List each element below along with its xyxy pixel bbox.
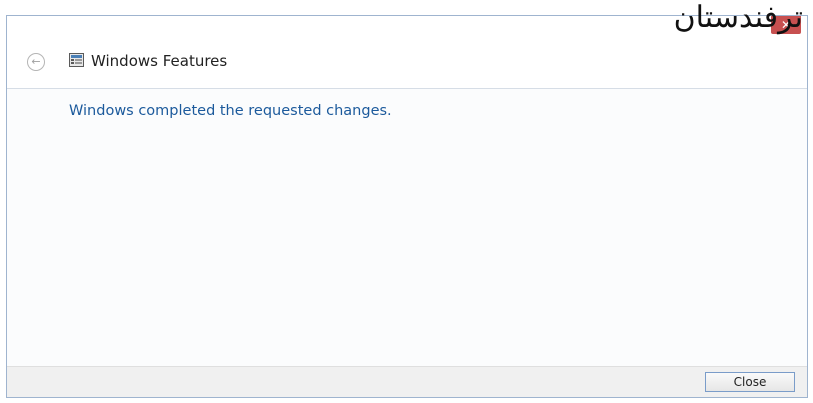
back-button[interactable]: ←	[27, 53, 45, 71]
dialog-header: ← Windows Features	[7, 44, 807, 88]
dialog-footer: Close	[7, 366, 807, 397]
watermark-logo: ترفندستان	[673, 0, 803, 35]
dialog-window: ✕ ← Windows Features Windows completed t…	[6, 15, 808, 398]
windows-features-icon	[69, 53, 84, 67]
content-area: Windows completed the requested changes.	[7, 89, 807, 368]
window-title: Windows Features	[91, 52, 228, 70]
status-message: Windows completed the requested changes.	[69, 103, 392, 119]
close-button[interactable]: Close	[705, 372, 795, 392]
